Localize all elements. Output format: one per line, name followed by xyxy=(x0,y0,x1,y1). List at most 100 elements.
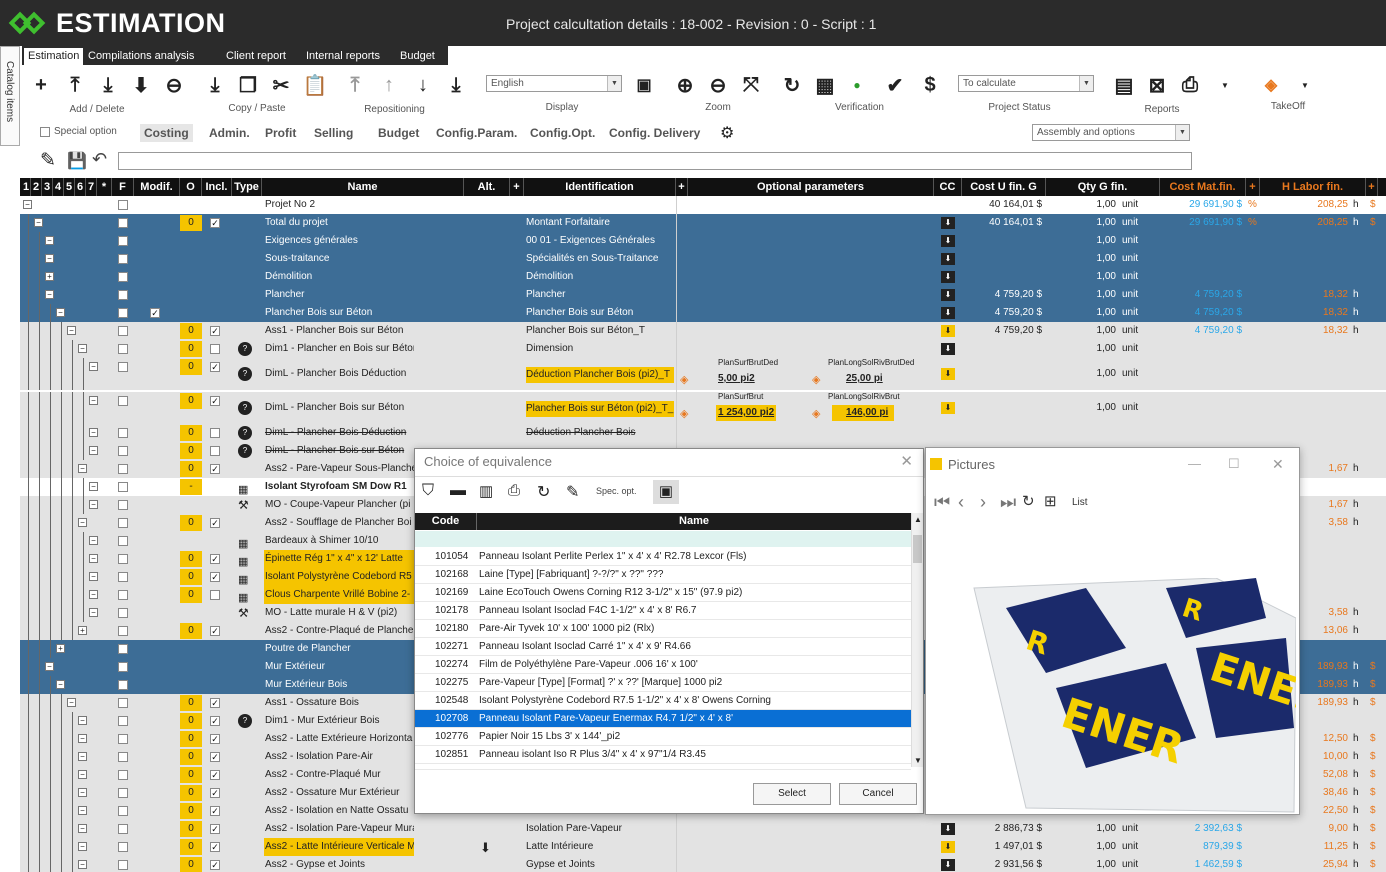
takeoff-icon[interactable]: ◈ xyxy=(812,371,820,389)
row-name[interactable]: Projet No 2 xyxy=(264,196,414,214)
list-item[interactable]: 102548 Isolant Polystyrène Codebord R7.5 … xyxy=(415,692,911,710)
expand-toggle[interactable]: − xyxy=(45,290,54,299)
level-6-header[interactable]: 6 xyxy=(75,178,86,196)
expand-toggle[interactable]: − xyxy=(89,536,98,545)
param-1-value[interactable]: 5,00 pi2 xyxy=(716,371,757,387)
f-checkbox[interactable] xyxy=(118,362,128,372)
save-icon[interactable]: 💾 xyxy=(67,151,87,171)
row-name[interactable]: Épinette Rég 1" x 4" x 12' Latte xyxy=(264,550,414,568)
param-2-value[interactable]: 25,00 pi xyxy=(832,371,889,387)
f-checkbox[interactable] xyxy=(118,200,128,210)
include-checkbox[interactable]: ✓ xyxy=(210,362,220,372)
f-checkbox[interactable] xyxy=(118,788,128,798)
move-up-icon[interactable]: ↑ xyxy=(376,72,402,98)
f-checkbox[interactable] xyxy=(118,824,128,834)
expand-toggle[interactable]: + xyxy=(45,272,54,281)
spec-opt-button[interactable]: Spec. opt. xyxy=(596,486,637,496)
move-down-icon[interactable]: ↓ xyxy=(410,72,436,98)
level-1-header[interactable]: 1 xyxy=(22,178,31,196)
f-checkbox[interactable] xyxy=(118,218,128,228)
cc-button[interactable]: ⬇ xyxy=(941,368,955,380)
tab-costing[interactable]: Costing xyxy=(140,124,193,142)
labor-header[interactable]: H Labor fin. xyxy=(1260,178,1366,196)
tab-selling[interactable]: Selling xyxy=(310,124,357,142)
minus-icon[interactable]: ▬ xyxy=(450,482,466,500)
tab-budget-sub[interactable]: Budget xyxy=(374,124,423,142)
include-checkbox[interactable]: ✓ xyxy=(210,824,220,834)
tab-client-report[interactable]: Client report xyxy=(222,48,290,65)
expand-toggle[interactable]: − xyxy=(89,500,98,509)
zoom-in-icon[interactable]: ⊕ xyxy=(672,72,698,98)
row-identification[interactable]: Gypse et Joints xyxy=(526,856,674,872)
level-4-header[interactable]: 4 xyxy=(53,178,64,196)
special-option-checkbox[interactable] xyxy=(40,127,50,137)
image-icon[interactable]: ▣ xyxy=(653,480,679,504)
expand-toggle[interactable]: − xyxy=(89,590,98,599)
incl-header[interactable]: Incl. xyxy=(202,178,232,196)
f-checkbox[interactable] xyxy=(118,344,128,354)
expand-toggle[interactable]: − xyxy=(45,662,54,671)
row-name[interactable]: Total du projet xyxy=(264,214,414,232)
expand-toggle[interactable]: − xyxy=(67,326,76,335)
f-checkbox[interactable] xyxy=(118,308,128,318)
row-name[interactable]: Ass2 - Pare-Vapeur Sous-Planche xyxy=(264,460,414,478)
scroll-thumb[interactable] xyxy=(913,535,922,563)
row-identification[interactable]: Spécialités en Sous-Traitance xyxy=(526,250,674,268)
pencil-icon[interactable]: ✎ xyxy=(40,149,56,172)
list-item[interactable]: 102851 Panneau isolant Iso R Plus 3/4" x … xyxy=(415,746,911,764)
calculator-icon[interactable]: ▦ xyxy=(812,72,838,98)
row-name[interactable]: Ass2 - Soufflage de Plancher Boi xyxy=(264,514,414,532)
row-name[interactable]: DimL - Plancher Bois Déduction xyxy=(264,358,414,390)
f-checkbox[interactable] xyxy=(118,536,128,546)
expand-toggle[interactable]: − xyxy=(78,788,87,797)
tab-config-param[interactable]: Config.Param. xyxy=(432,124,521,142)
cost-u-header[interactable]: Cost U fin. G xyxy=(962,178,1046,196)
row-name[interactable]: Sous-traitance xyxy=(264,250,414,268)
refresh-icon[interactable]: ↻ xyxy=(1022,492,1035,510)
include-checkbox[interactable]: ✓ xyxy=(210,752,220,762)
paste-icon[interactable]: 📋 xyxy=(302,72,328,98)
table-row[interactable]: − Projet No 2 40 164,01 $ 1,00 unit 29 691,90… xyxy=(20,196,1386,214)
row-name[interactable]: Ass2 - Contre-Plaqué Mur xyxy=(264,766,414,784)
alt-header[interactable]: Alt. xyxy=(464,178,510,196)
expand-toggle[interactable]: − xyxy=(78,806,87,815)
expand-toggle[interactable]: − xyxy=(89,428,98,437)
document-icon[interactable]: ▤ xyxy=(1111,72,1137,98)
optional-parameters-header[interactable]: Optional parameters xyxy=(688,178,934,196)
expand-toggle[interactable]: − xyxy=(78,518,87,527)
printer-icon[interactable]: ⎙ xyxy=(508,482,520,499)
expand-toggle[interactable]: − xyxy=(89,554,98,563)
include-checkbox[interactable]: ✓ xyxy=(210,860,220,870)
row-name[interactable]: Ass2 - Isolation Pare-Air xyxy=(264,748,414,766)
expand-header[interactable]: + xyxy=(1246,178,1260,196)
row-name[interactable]: Ass2 - Latte Extérieure Horizonta xyxy=(264,730,414,748)
row-identification[interactable]: Plancher Bois sur Béton_T xyxy=(526,322,674,340)
chart-icon[interactable]: ▥ xyxy=(479,482,493,500)
f-checkbox[interactable] xyxy=(118,590,128,600)
status-dot-icon[interactable]: ● xyxy=(844,72,870,98)
refresh-icon[interactable]: ↻ xyxy=(779,72,805,98)
row-identification[interactable]: Déduction Plancher Bois (pi2)_T xyxy=(526,367,674,383)
expand-header[interactable]: + xyxy=(510,178,524,196)
include-checkbox[interactable]: ✓ xyxy=(210,842,220,852)
language-select[interactable]: English ▼ xyxy=(486,75,622,92)
row-identification[interactable]: Plancher xyxy=(526,286,674,304)
f-checkbox[interactable] xyxy=(118,500,128,510)
include-checkbox[interactable]: ✓ xyxy=(210,554,220,564)
row-name[interactable]: Isolant Polystyrène Codebord R5 xyxy=(264,568,414,586)
row-name[interactable]: Ass2 - Contre-Plaqué de Planche xyxy=(264,622,414,640)
name-header[interactable]: Name xyxy=(262,178,464,196)
cancel-button[interactable]: Cancel xyxy=(839,783,917,805)
f-checkbox[interactable] xyxy=(118,662,128,672)
row-name[interactable]: DimL - Plancher Bois sur Béton xyxy=(264,442,414,460)
insert-above-icon[interactable]: ⤒ xyxy=(62,72,88,98)
expand-toggle[interactable]: − xyxy=(89,362,98,371)
qty-header[interactable]: Qty G fin. xyxy=(1046,178,1160,196)
expand-toggle[interactable]: − xyxy=(78,824,87,833)
reports-dropdown-icon[interactable]: ▼ xyxy=(1212,72,1238,98)
include-checkbox[interactable]: ✓ xyxy=(210,734,220,744)
f-checkbox[interactable] xyxy=(118,716,128,726)
include-checkbox[interactable]: ✓ xyxy=(210,572,220,582)
f-checkbox[interactable] xyxy=(118,482,128,492)
expand-toggle[interactable]: − xyxy=(78,344,87,353)
